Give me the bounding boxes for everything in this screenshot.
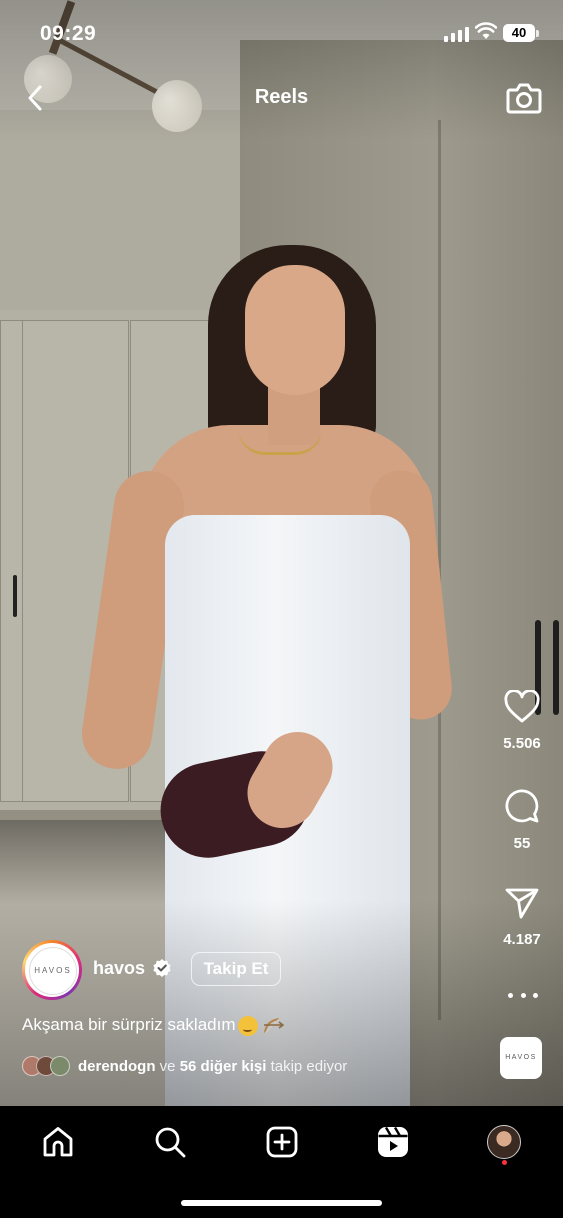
wardrobe-handle — [13, 575, 17, 617]
wall — [0, 110, 245, 330]
followed-by-suffix: takip ediyor — [270, 1057, 348, 1075]
verified-icon — [153, 959, 171, 977]
audio-thumbnail[interactable]: HAVOS — [500, 1037, 542, 1079]
reels-icon — [378, 1126, 408, 1157]
followers-others: 56 diğer kişi — [179, 1057, 267, 1075]
home-icon — [43, 1127, 73, 1157]
status-bar: 09:29 40 — [0, 0, 563, 66]
search-icon — [155, 1127, 186, 1158]
create-icon — [266, 1126, 298, 1158]
bow-and-arrow-emoji — [263, 1017, 284, 1033]
comment-count: 55 — [513, 835, 531, 852]
person-face — [245, 265, 345, 395]
home-indicator[interactable] — [181, 1200, 382, 1206]
nav-home[interactable] — [38, 1122, 78, 1162]
comment-button[interactable]: 55 — [492, 788, 552, 852]
share-count: 4.187 — [503, 931, 541, 948]
wifi-icon — [475, 22, 497, 39]
status-time: 09:29 — [40, 22, 97, 45]
cellular-signal-icon — [444, 26, 469, 42]
send-icon — [505, 888, 539, 919]
battery-icon: 40 — [503, 24, 535, 42]
more-icon[interactable] — [508, 988, 538, 1002]
heart-icon — [504, 689, 540, 723]
followed-by-row[interactable]: derendogn ve 56 diğer kişi takip ediyor — [22, 1055, 347, 1077]
reels-screen: 09:29 40 Reels 5.506 55 4.187 HAVOS HAVO… — [0, 0, 563, 1218]
caption-text: Akşama bir sürpriz sakladım — [22, 1015, 236, 1034]
nav-search[interactable] — [150, 1122, 190, 1162]
author-username[interactable]: havos — [93, 958, 145, 979]
wardrobe-handle — [553, 620, 559, 715]
author-avatar[interactable]: HAVOS — [22, 940, 82, 1000]
follower-avatar — [50, 1056, 70, 1076]
camera-icon[interactable] — [505, 80, 543, 116]
followed-by-connector: ve — [159, 1057, 176, 1075]
page-title: Reels — [254, 86, 309, 108]
avatar-border: HAVOS — [25, 943, 79, 997]
reel-video[interactable] — [0, 0, 563, 1106]
follower-name: derendogn — [78, 1057, 156, 1075]
nav-create[interactable] — [262, 1122, 302, 1162]
avatar-logo: HAVOS — [29, 947, 77, 995]
notification-dot — [502, 1160, 507, 1165]
like-count: 5.506 — [503, 735, 541, 752]
nav-profile[interactable] — [484, 1122, 524, 1162]
profile-avatar — [487, 1125, 521, 1159]
nav-reels[interactable] — [373, 1122, 413, 1162]
share-button[interactable]: 4.187 — [492, 886, 552, 948]
followed-by-text: derendogn ve 56 diğer kişi takip ediyor — [78, 1058, 347, 1075]
post-caption[interactable]: Akşama bir sürpriz sakladım — [22, 1015, 284, 1036]
comment-icon — [505, 789, 539, 823]
follow-button[interactable]: Takip Et — [191, 952, 281, 986]
pleading-face-emoji — [237, 1015, 258, 1036]
battery-tip — [536, 30, 539, 37]
like-button[interactable]: 5.506 — [492, 689, 552, 752]
